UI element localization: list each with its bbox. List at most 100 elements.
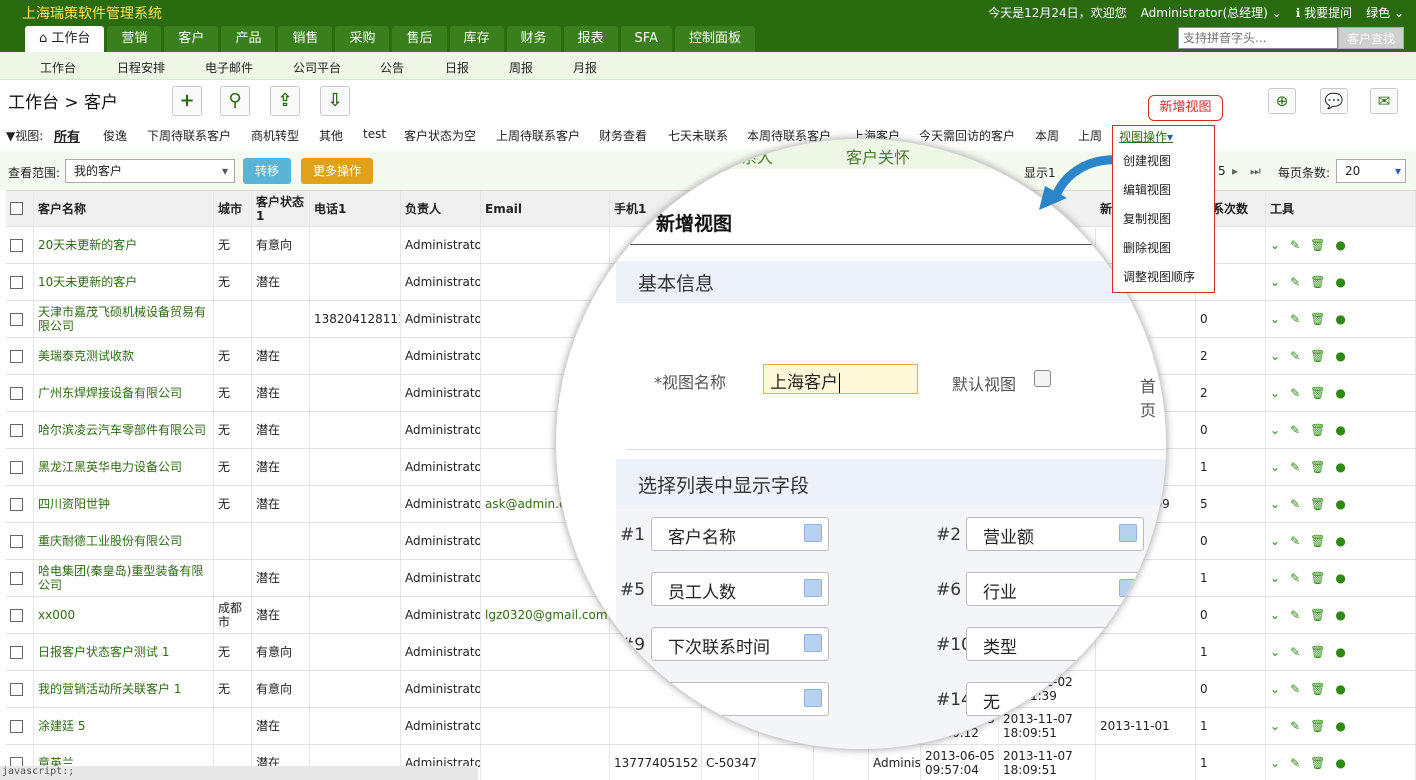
select-all-checkbox[interactable]	[10, 202, 23, 215]
subnav-announcement[interactable]: 公告	[380, 59, 404, 76]
customer-name-cell[interactable]: 天津市嘉茂飞硕机械设备贸易有限公司	[34, 301, 214, 337]
trash-icon[interactable]: 🗑	[1310, 386, 1325, 400]
expand-icon[interactable]: ⌄	[1270, 682, 1280, 696]
expand-icon[interactable]: ⌄	[1270, 608, 1280, 622]
edit-icon[interactable]: ✎	[1290, 349, 1300, 363]
field-select[interactable]: 行业	[966, 572, 1144, 606]
subnav-monthly[interactable]: 月报	[573, 59, 597, 76]
trash-icon[interactable]: 🗑	[1310, 238, 1325, 252]
header-col-0[interactable]: 客户名称	[34, 191, 214, 226]
row-checkbox[interactable]	[10, 682, 23, 696]
comment-icon[interactable]: ●	[1335, 682, 1345, 696]
trash-icon[interactable]: 🗑	[1310, 349, 1325, 363]
customer-name-cell[interactable]: 日报客户状态客户测试 1	[34, 634, 214, 670]
search-button[interactable]: ⚲	[220, 86, 250, 116]
customer-name-link[interactable]: 我的营销活动所关联客户 1	[38, 682, 181, 696]
expand-icon[interactable]: ⌄	[1270, 275, 1280, 289]
trash-icon[interactable]: 🗑	[1310, 756, 1325, 770]
header-col-15[interactable]: 工具	[1266, 191, 1416, 226]
edit-icon[interactable]: ✎	[1290, 645, 1300, 659]
customer-name-link[interactable]: 哈尔滨凌云汽车零部件有限公司	[38, 423, 206, 437]
view-item-6[interactable]: 客户状态为空	[404, 127, 476, 144]
customer-name-link[interactable]: 重庆耐德工业股份有限公司	[38, 534, 182, 548]
expand-icon[interactable]: ⌄	[1270, 497, 1280, 511]
nav-tab-7[interactable]: 库存	[449, 26, 504, 52]
expand-icon[interactable]: ⌄	[1270, 534, 1280, 548]
expand-icon[interactable]: ⌄	[1270, 349, 1280, 363]
edit-icon[interactable]: ✎	[1290, 497, 1300, 511]
view-name-input[interactable]: 上海客户​	[763, 364, 918, 394]
customer-name-link[interactable]: 广州东焊焊接设备有限公司	[38, 386, 182, 400]
customer-name-cell[interactable]: 广州东焊焊接设备有限公司	[34, 375, 214, 411]
row-checkbox[interactable]	[10, 497, 23, 511]
subnav-daily[interactable]: 日报	[445, 59, 469, 76]
trash-icon[interactable]: 🗑	[1310, 534, 1325, 548]
row-checkbox[interactable]	[10, 238, 23, 252]
menu-create-view[interactable]: 创建视图	[1123, 152, 1171, 169]
nav-tab-0[interactable]: ⌂ 工作台	[25, 26, 105, 52]
upload-button[interactable]: ⇪	[270, 86, 300, 116]
view-item-2[interactable]: 下周待联系客户	[147, 127, 231, 144]
field-select[interactable]: 客户名称	[651, 517, 829, 551]
row-checkbox[interactable]	[10, 571, 23, 585]
comment-icon[interactable]: ●	[1335, 275, 1345, 289]
trash-icon[interactable]: 🗑	[1310, 645, 1325, 659]
customer-name-cell[interactable]: 美瑞泰克测试收款	[34, 338, 214, 374]
customer-name-link[interactable]: 天津市嘉茂飞硕机械设备贸易有限公司	[38, 305, 213, 333]
customer-name-link[interactable]: xx000	[38, 608, 75, 622]
nav-tab-9[interactable]: 报表	[563, 26, 618, 52]
customer-name-cell[interactable]: 哈电集团(秦皇岛)重型装备有限公司	[34, 560, 214, 596]
edit-icon[interactable]: ✎	[1290, 571, 1300, 585]
comment-icon[interactable]: ●	[1335, 719, 1345, 733]
add-circle-button[interactable]: ⊕	[1268, 88, 1296, 114]
page-number[interactable]: 5	[1218, 164, 1226, 178]
comment-icon[interactable]: ●	[1335, 349, 1345, 363]
user-menu[interactable]: Administrator(总经理) ⌄	[1141, 4, 1282, 21]
edit-icon[interactable]: ✎	[1290, 460, 1300, 474]
trash-icon[interactable]: 🗑	[1310, 423, 1325, 437]
help-link[interactable]: ℹ 我要提问	[1296, 4, 1352, 21]
comment-icon[interactable]: ●	[1335, 497, 1345, 511]
mail-button[interactable]: ✉	[1370, 88, 1398, 114]
comment-icon[interactable]: ●	[1335, 460, 1345, 474]
customer-name-cell[interactable]: 四川资阳世钟	[34, 486, 214, 522]
customer-name-link[interactable]: 哈电集团(秦皇岛)重型装备有限公司	[38, 564, 213, 592]
customer-name-link[interactable]: 10天未更新的客户	[38, 275, 137, 289]
view-item-4[interactable]: 其他	[319, 127, 343, 144]
expand-icon[interactable]: ⌄	[1270, 423, 1280, 437]
customer-name-cell[interactable]: 我的营销活动所关联客户 1	[34, 671, 214, 707]
trash-icon[interactable]: 🗑	[1310, 497, 1325, 511]
expand-icon[interactable]: ⌄	[1270, 312, 1280, 326]
comment-icon[interactable]: ●	[1335, 571, 1345, 585]
subnav-workbench[interactable]: 工作台	[40, 59, 76, 76]
header-col-2[interactable]: 客户状态1	[252, 191, 310, 226]
view-actions-toggle[interactable]: 视图操作▾	[1119, 128, 1173, 145]
field-select[interactable]: 员工人数	[651, 572, 829, 606]
download-button[interactable]: ⇩	[320, 86, 350, 116]
view-item-3[interactable]: 商机转型	[251, 127, 299, 144]
customer-name-cell[interactable]: 涂建廷 5	[34, 708, 214, 744]
customer-name-link[interactable]: 日报客户状态客户测试 1	[38, 645, 169, 659]
last-page-icon[interactable]: ⏭	[1250, 164, 1261, 179]
customer-name-cell[interactable]: 重庆耐德工业股份有限公司	[34, 523, 214, 559]
comment-icon[interactable]: ●	[1335, 238, 1345, 252]
edit-icon[interactable]: ✎	[1290, 275, 1300, 289]
edit-icon[interactable]: ✎	[1290, 238, 1300, 252]
trash-icon[interactable]: 🗑	[1310, 682, 1325, 696]
customer-name-cell[interactable]: 20天未更新的客户	[34, 227, 214, 263]
row-checkbox[interactable]	[10, 534, 23, 548]
edit-icon[interactable]: ✎	[1290, 608, 1300, 622]
comment-icon[interactable]: ●	[1335, 386, 1345, 400]
mag-tab-contact[interactable]: 系人	[741, 144, 773, 168]
field-select[interactable]: 营业额	[966, 517, 1144, 551]
customer-name-cell[interactable]: 哈尔滨凌云汽车零部件有限公司	[34, 412, 214, 448]
expand-icon[interactable]: ⌄	[1270, 719, 1280, 733]
chat-button[interactable]: 💬	[1320, 88, 1348, 114]
row-checkbox[interactable]	[10, 719, 23, 733]
nav-tab-11[interactable]: 控制面板	[674, 26, 755, 52]
row-checkbox[interactable]	[10, 275, 23, 289]
edit-icon[interactable]: ✎	[1290, 312, 1300, 326]
field-select[interactable]: 下次联系时间	[651, 627, 829, 661]
menu-delete-view[interactable]: 删除视图	[1123, 239, 1171, 256]
comment-icon[interactable]: ●	[1335, 756, 1345, 770]
